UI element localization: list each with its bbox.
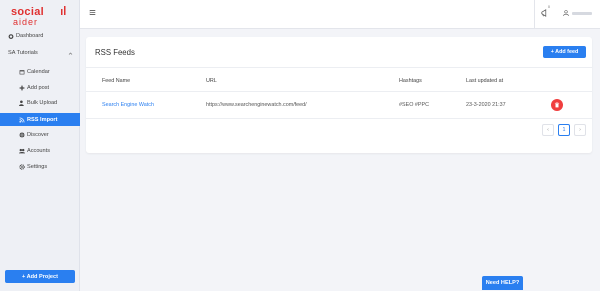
pagination-prev-button[interactable]: ‹ <box>542 124 554 136</box>
topbar-divider <box>534 0 535 29</box>
sidebar-item-label: RSS Import <box>27 116 58 123</box>
plus-icon <box>19 85 25 91</box>
sidebar-item-accounts[interactable]: Accounts <box>19 146 50 156</box>
delete-feed-button[interactable] <box>551 99 563 111</box>
pagination-next-button[interactable]: › <box>574 124 586 136</box>
brand-logo[interactable]: social aider <box>11 6 71 28</box>
sidebar-item-rss-import[interactable]: RSS Import <box>0 113 80 126</box>
gear-icon <box>19 164 25 170</box>
sidebar-item-dashboard[interactable]: Dashboard <box>8 31 43 41</box>
sidebar: social aider Dashboard SA Tutorials Cale… <box>0 0 80 291</box>
user-name-placeholder[interactable] <box>572 12 592 15</box>
sidebar-item-calendar[interactable]: Calendar <box>19 67 50 77</box>
globe-icon <box>19 132 25 138</box>
page-title: RSS Feeds <box>95 48 135 57</box>
feed-url: https://www.searchenginewatch.com/feed/ <box>206 102 307 108</box>
sidebar-item-label: Discover <box>27 132 49 138</box>
sidebar-group-label: SA Tutorials <box>8 50 38 56</box>
sidebar-item-label: Bulk Upload <box>27 100 58 106</box>
chevron-up-icon[interactable] <box>68 51 73 56</box>
sidebar-item-label: Accounts <box>27 148 51 154</box>
user-icon[interactable] <box>563 10 569 16</box>
dashboard-icon <box>8 33 14 39</box>
sidebar-group-sa-tutorials[interactable]: SA Tutorials <box>8 48 38 58</box>
add-feed-button[interactable]: + Add feed <box>543 46 586 58</box>
trash-icon <box>554 102 560 108</box>
rss-icon <box>19 117 25 123</box>
sidebar-item-settings[interactable]: Settings <box>19 162 47 172</box>
sidebar-item-add-post[interactable]: Add post <box>19 83 49 93</box>
calendar-icon <box>19 69 25 75</box>
megaphone-icon[interactable] <box>541 9 549 17</box>
sidebar-item-discover[interactable]: Discover <box>19 130 49 140</box>
menu-toggle-icon[interactable] <box>89 9 96 16</box>
brand-name-line2: aider <box>13 17 39 27</box>
column-header-hashtags: Hashtags <box>399 78 422 84</box>
add-project-button[interactable]: + Add Project <box>5 270 75 283</box>
sidebar-item-label: Dashboard <box>16 33 44 39</box>
column-header-feed-name: Feed Name <box>102 78 131 84</box>
rss-feeds-card: RSS Feeds + Add feed Feed Name URL Hasht… <box>86 37 592 153</box>
sidebar-item-label: Add post <box>27 85 50 91</box>
feed-name-link[interactable]: Search Engine Watch <box>102 102 154 108</box>
sidebar-item-bulk-upload[interactable]: Bulk Upload <box>19 98 57 108</box>
table-header: Feed Name URL Hashtags Last updated at <box>86 68 592 92</box>
logo-mark-icon <box>61 6 66 15</box>
table-row: Search Engine Watch https://www.searchen… <box>86 92 592 119</box>
pagination-page-1[interactable]: 1 <box>558 124 570 136</box>
sidebar-item-label: Settings <box>27 164 48 170</box>
feed-last-updated: 23-3-2020 21:37 <box>466 102 506 108</box>
accounts-icon <box>19 148 25 154</box>
feed-hashtags: #SEO #PPC <box>399 102 429 108</box>
user-upload-icon <box>19 100 25 106</box>
column-header-url: URL <box>206 78 217 84</box>
topbar: 0 <box>80 0 600 29</box>
sidebar-item-label: Calendar <box>27 69 50 75</box>
need-help-button[interactable]: Need HELP? <box>482 276 523 290</box>
notification-count: 0 <box>548 5 550 9</box>
column-header-last-updated: Last updated at <box>466 78 504 84</box>
